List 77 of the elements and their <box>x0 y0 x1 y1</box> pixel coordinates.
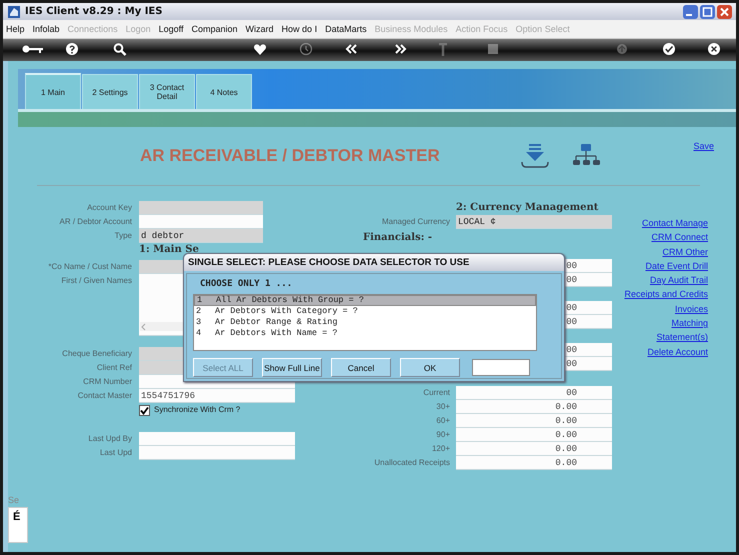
section-heading: 2: Currency Management <box>456 201 598 215</box>
field-label: Current <box>422 387 450 399</box>
action-link[interactable]: Matching <box>671 316 708 330</box>
field-label: Cheque Beneficiary <box>61 348 132 360</box>
tab[interactable]: 4 Notes <box>196 74 252 109</box>
field-label: Client Ref <box>96 362 132 374</box>
action-link[interactable]: CRM Connect <box>651 230 708 245</box>
list-item[interactable]: 1 All Ar Debtors With Group = ? <box>194 295 536 306</box>
field-label: 90+ <box>435 429 450 441</box>
field-label: *Co Name / Cust Name <box>47 261 132 273</box>
input-field: LOCAL ¢ <box>456 215 612 229</box>
amount-field: 0.00 <box>456 442 612 456</box>
heart-icon[interactable] <box>253 43 267 57</box>
amount-field: 0.00 <box>456 428 612 442</box>
field-label: Last Upd <box>98 447 132 459</box>
menu-item[interactable]: Logoff <box>158 24 184 34</box>
minimize-button[interactable] <box>683 4 698 18</box>
amount-field: 00 <box>456 386 612 400</box>
app-icon[interactable] <box>7 4 21 18</box>
checkbox-label: Synchronize With Crm ? <box>154 404 240 416</box>
save-link[interactable]: Save <box>693 141 714 151</box>
menu-item[interactable]: Companion <box>192 24 238 34</box>
field-label: Managed Currency <box>380 216 450 228</box>
checkbox[interactable] <box>139 405 150 416</box>
list-item[interactable]: 2 Ar Debtors With Category = ? <box>194 306 536 317</box>
close-button[interactable] <box>717 4 732 18</box>
field-label: 120+ <box>430 443 450 455</box>
menu-item[interactable]: Infolab <box>32 24 60 34</box>
field-label: First / Given Names <box>60 275 132 287</box>
action-link[interactable]: Invoices <box>674 302 708 316</box>
search-icon[interactable] <box>113 43 127 57</box>
section-heading: Financials: - <box>363 231 434 244</box>
field-label: Account Key <box>86 202 132 214</box>
field-label: 60+ <box>435 415 450 427</box>
field-label: CRM Number <box>82 376 132 388</box>
tab[interactable]: 1 Main <box>25 73 81 109</box>
page-title: AR RECEIVABLE / DEBTOR MASTER <box>140 146 441 166</box>
amount-field: 0.00 <box>456 414 612 428</box>
menu-item[interactable]: How do I <box>282 24 318 34</box>
menu-item[interactable]: DataMarts <box>325 24 367 34</box>
help-icon[interactable] <box>65 43 79 57</box>
action-link[interactable]: Statement(s) <box>656 330 708 345</box>
menu-item[interactable]: Help <box>6 24 25 34</box>
field-label: Last Upd By <box>87 433 132 445</box>
window-title: IES Client v8.29 : My IES <box>25 6 162 17</box>
input-field[interactable] <box>472 359 530 376</box>
close-icon[interactable] <box>707 43 721 57</box>
field-label: Unallocated Receipts <box>373 457 450 469</box>
list-item[interactable]: 3 Ar Debtor Range & Rating <box>194 317 536 328</box>
input-field[interactable]: 1554751796 <box>139 389 295 403</box>
input-field[interactable]: d debtor <box>139 229 263 243</box>
menu-item[interactable]: Wizard <box>246 24 274 34</box>
amount-field: 0.00 <box>456 400 612 414</box>
tab[interactable]: 3 Contact Detail <box>139 74 195 109</box>
action-link[interactable]: Day Audit Trail <box>650 273 708 288</box>
amount-field: 0.00 <box>456 456 612 470</box>
action-link[interactable]: Receipts and Credits <box>624 287 708 302</box>
dialog-button[interactable]: Cancel <box>331 358 391 377</box>
list-item[interactable]: 4 Ar Debtors With Name = ? <box>194 328 536 339</box>
field-label: Contact Master <box>76 390 132 402</box>
dialog-button[interactable]: OK <box>400 358 460 377</box>
action-link[interactable]: Date Event Drill <box>645 258 708 274</box>
dialog-prompt: CHOOSE ONLY 1 ... <box>200 279 294 291</box>
field-label: AR / Debtor Account <box>58 216 132 228</box>
panel-letter: É <box>8 507 28 543</box>
download-icon[interactable] <box>520 143 550 169</box>
tab[interactable]: 2 Settings <box>82 74 138 109</box>
action-link[interactable]: Contact Manage <box>642 216 708 230</box>
field-label: 30+ <box>435 401 450 413</box>
dialog-button[interactable]: Show Full Line <box>262 358 322 377</box>
section-heading: 1: Main Se <box>139 243 199 256</box>
dialog-title: SINGLE SELECT: PLEASE CHOOSE DATA SELECTOR TO USE <box>184 254 564 271</box>
maximize-button[interactable] <box>700 4 715 18</box>
action-link[interactable]: CRM Other <box>662 244 708 259</box>
action-link[interactable]: Delete Account <box>647 344 708 359</box>
check-icon[interactable] <box>662 43 676 57</box>
field-label: Type <box>114 230 132 242</box>
